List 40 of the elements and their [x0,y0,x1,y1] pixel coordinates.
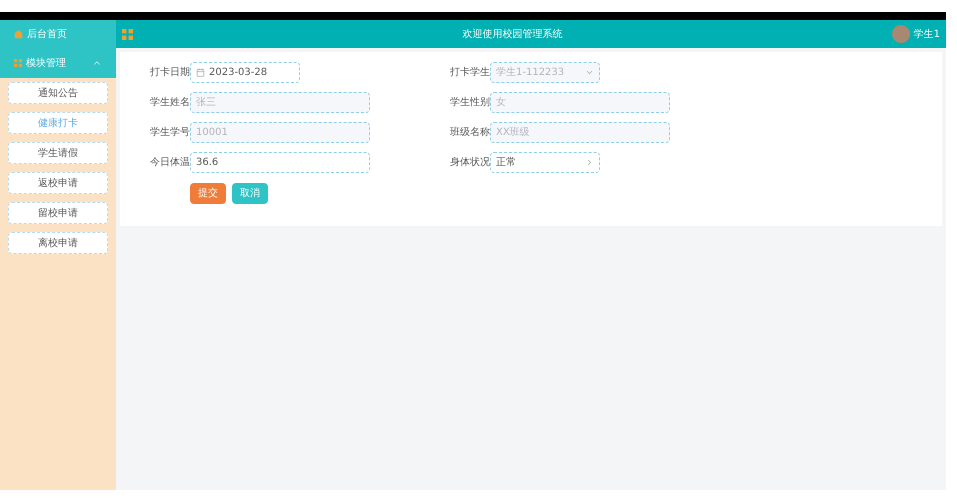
submenu-item[interactable]: 通知公告 [8,82,108,104]
cancel-button[interactable]: 取消 [232,183,268,204]
submenu-item[interactable]: 留校申请 [8,202,108,224]
field-label: 身体状况 [450,156,490,170]
submit-button[interactable]: 提交 [190,183,226,204]
welcome-title: 欢迎使用校园管理系统 [461,28,564,42]
field-label: 打卡日期 [150,66,190,80]
field-value: 2023-03-28 [209,66,268,80]
menu-icon [122,28,133,40]
input-field[interactable]: 36.6 [190,152,370,173]
field-value: 学生1-112233 [496,66,566,80]
field-label: 班级名称 [450,126,490,140]
grid-icon [14,59,22,67]
user-name[interactable]: 学生1 [914,26,940,42]
submenu-item[interactable]: 健康打卡 [8,112,108,134]
field-label: 学生姓名 [150,96,190,110]
input-field[interactable]: 正常 [490,152,600,173]
submenu-item[interactable]: 返校申请 [8,172,108,194]
input-field[interactable]: 2023-03-28 [190,62,300,83]
home-icon [14,30,23,38]
submenu-item[interactable]: 学生请假 [8,142,108,164]
home-menu-item[interactable]: 后台首页 [0,20,116,48]
field-value: 女 [496,96,507,110]
field-label: 今日体温 [150,156,190,170]
submenu-item[interactable]: 离校申请 [8,232,108,254]
chevron-down-icon [585,68,594,77]
field-value: 张三 [196,96,217,110]
menu-label: 后台首页 [27,28,67,42]
field-label: 打卡学生 [450,66,490,80]
field-value: 36.6 [196,156,220,170]
field-label: 学生性别 [450,96,490,110]
field-label: 学生学号 [150,126,190,140]
field-value: 正常 [496,156,517,170]
field-value: 10001 [196,126,229,140]
avatar[interactable] [892,25,910,43]
calendar-icon [196,68,205,77]
menu-label: 模块管理 [26,56,67,70]
module-menu-header[interactable]: 模块管理 [0,48,116,78]
field-value: XX班级 [496,126,531,140]
chevron-right-icon [585,158,594,167]
